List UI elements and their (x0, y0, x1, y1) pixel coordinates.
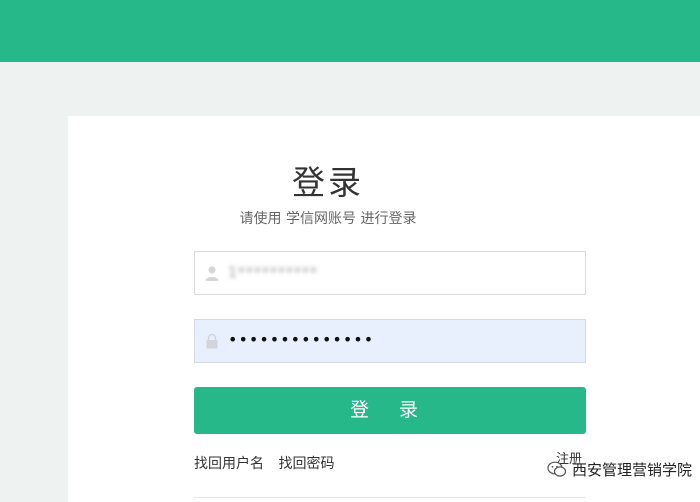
watermark-text: 西安管理营销学院 (571, 461, 692, 479)
username-field[interactable]: 1********** (194, 251, 586, 295)
user-icon (205, 266, 219, 281)
top-header-bar (0, 0, 700, 62)
page-title: 登录 (292, 163, 364, 202)
password-field[interactable]: •••••••••••••• (194, 319, 586, 363)
username-value: 1********** (228, 265, 318, 281)
wechat-watermark: 西安管理营销学院 (547, 459, 692, 480)
wechat-icon (547, 461, 567, 477)
forgot-password-link[interactable]: 找回密码 (278, 456, 334, 472)
divider (194, 497, 586, 498)
login-card: 登录 请使用 学信网账号 进行登录 1********** ••••••••••… (68, 116, 700, 502)
login-subtitle: 请使用 学信网账号 进行登录 (239, 211, 417, 227)
login-button[interactable]: 登 录 (194, 387, 586, 434)
recovery-links: 找回用户名 找回密码 (194, 453, 344, 473)
lock-icon (206, 333, 218, 349)
password-value: •••••••••••••• (228, 330, 375, 349)
forgot-username-link[interactable]: 找回用户名 (194, 456, 264, 472)
